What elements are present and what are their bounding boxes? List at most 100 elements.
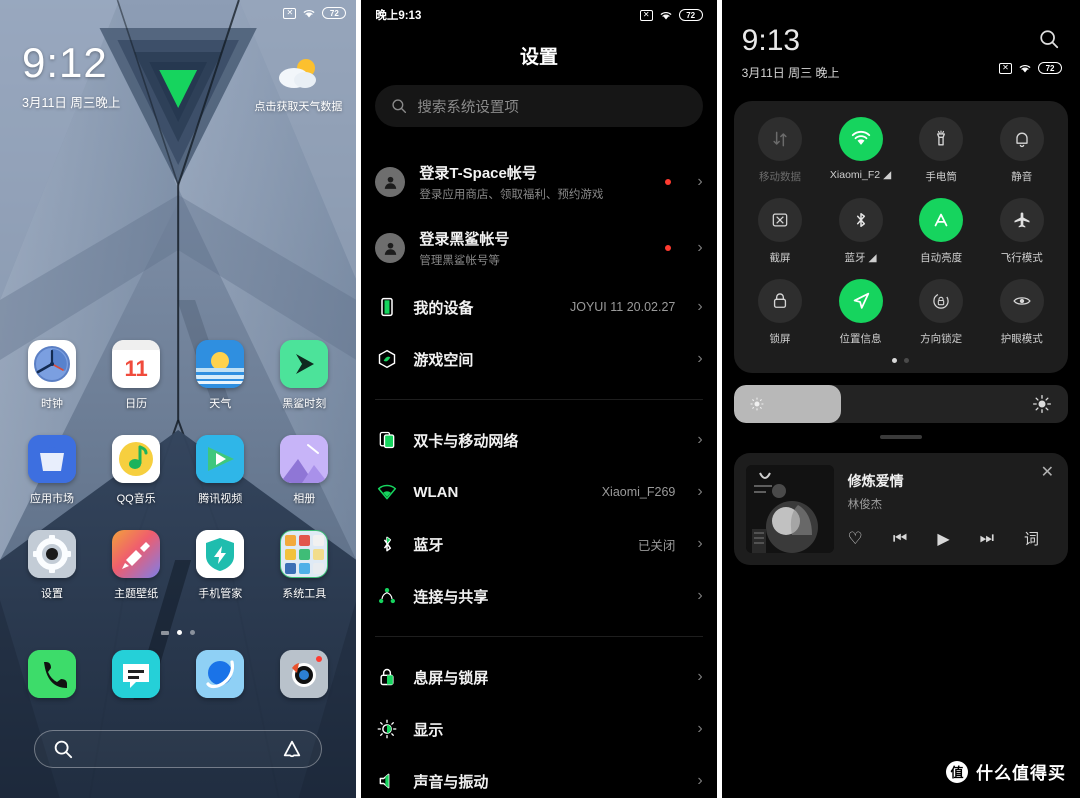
airplane-icon: [999, 198, 1044, 242]
qs-tile-bluetooth[interactable]: 蓝牙 ◢: [820, 198, 901, 265]
qs-tile-label: 蓝牙: [844, 252, 866, 264]
themes-wallpaper-icon: [112, 530, 161, 578]
home-clock-widget[interactable]: 9:12 3月11日 周三晚上: [22, 42, 120, 111]
auto-brightness-icon: [919, 198, 964, 242]
settings-row-my-device[interactable]: 我的设备 JOYUI 11 20.02.27 ›: [361, 281, 716, 333]
browser-icon[interactable]: [196, 650, 245, 698]
settings-row-title: WLAN: [413, 483, 459, 501]
phone-dialer-icon[interactable]: [28, 650, 77, 698]
app-icon-blackshark-moment[interactable]: 黑鲨时刻: [262, 340, 346, 411]
assistant-icon[interactable]: [281, 738, 303, 760]
battery-indicator: 72: [1038, 62, 1063, 74]
settings-row-subtitle: 登录应用商店、领取福利、预约游戏: [419, 189, 604, 201]
app-icon-settings[interactable]: 设置: [10, 530, 94, 601]
qs-tile-screenshot[interactable]: 截屏: [740, 198, 821, 265]
settings-row-connection-sharing[interactable]: 连接与共享 ›: [361, 570, 716, 622]
home-weather-widget[interactable]: 点击获取天气数据: [254, 56, 342, 114]
settings-row-display[interactable]: 显示 ›: [361, 703, 716, 755]
bluetooth-icon: [375, 532, 399, 556]
bluetooth-icon: [838, 198, 883, 242]
blackshark-moment-icon: [280, 340, 329, 388]
search-icon: [391, 98, 407, 114]
app-label: 时钟: [41, 398, 64, 410]
settings-network-group: 双卡与移动网络 › WLAN Xiaomi_F269 › 蓝牙 已关闭 › 连接…: [361, 414, 716, 622]
notification-badge-dot: [665, 245, 672, 251]
clock-app-icon: [28, 340, 77, 388]
play-icon[interactable]: ▶: [937, 529, 949, 549]
app-icon-phone-manager[interactable]: 手机管家: [178, 530, 262, 601]
music-track-title: 修炼爱情: [847, 473, 904, 489]
settings-row-tspace-account[interactable]: 登录T-Space帐号 登录应用商店、领取福利、预约游戏 ›: [361, 149, 716, 215]
lyrics-icon[interactable]: 词: [1024, 528, 1039, 549]
game-space-icon: [375, 347, 399, 371]
screenshot-icon: [757, 198, 802, 242]
qs-tile-location[interactable]: 位置信息: [820, 279, 901, 346]
home-status-bar: ✕ 72: [0, 0, 356, 26]
notification-shade-panel: 9:13 3月11日 周三 晚上 ✕ 72 移动数据 Xiaomi_F2 ◢ 手…: [721, 0, 1080, 798]
settings-row-blackshark-account[interactable]: 登录黑鲨帐号 管理黑鲨帐号等 ›: [361, 215, 716, 281]
close-icon[interactable]: ✕: [1041, 465, 1054, 481]
next-track-icon[interactable]: ⏭: [980, 530, 994, 548]
device-icon: [375, 295, 399, 319]
qs-tile-eye-care[interactable]: 护眼模式: [981, 279, 1062, 346]
app-icon-themes[interactable]: 主题壁纸: [94, 530, 178, 601]
qs-tile-rotation-lock[interactable]: 方向锁定: [901, 279, 982, 346]
quick-settings-card: 移动数据 Xiaomi_F2 ◢ 手电筒 静音 截屏 蓝牙 ◢ 自动亮度 飞行模…: [733, 101, 1069, 373]
qs-tile-mobile-data[interactable]: 移动数据: [740, 117, 821, 184]
settings-device-group: 我的设备 JOYUI 11 20.02.27 › 游戏空间 ›: [361, 281, 716, 385]
settings-row-wlan[interactable]: WLAN Xiaomi_F269 ›: [361, 466, 716, 518]
wifi-icon: [838, 117, 883, 161]
settings-row-dual-sim[interactable]: 双卡与移动网络 ›: [361, 414, 716, 466]
rotation-lock-icon: [919, 279, 964, 323]
x-in-box-icon: ✕: [999, 62, 1013, 74]
settings-row-sound-vibration[interactable]: 声音与振动 ›: [361, 755, 716, 798]
app-label: 腾讯视频: [198, 493, 243, 505]
settings-row-title: 息屏与锁屏: [413, 669, 489, 687]
shade-clock-time: 9:13: [741, 24, 801, 57]
settings-search-box[interactable]: 搜索系统设置项: [375, 85, 703, 127]
settings-row-title: 蓝牙: [413, 536, 444, 554]
wifi-icon: [659, 10, 673, 21]
brightness-slider[interactable]: [733, 385, 1069, 423]
expand-caret-icon: ◢: [868, 251, 877, 264]
settings-display-group: 息屏与锁屏 › 显示 › 声音与振动 ›: [361, 651, 716, 798]
search-icon[interactable]: [1038, 28, 1060, 50]
settings-row-game-space[interactable]: 游戏空间 ›: [361, 333, 716, 385]
favorite-icon[interactable]: ♡: [848, 529, 863, 549]
qs-tile-silent[interactable]: 静音: [981, 117, 1062, 184]
qs-page-dot: [904, 358, 910, 363]
page-dot-list: [161, 630, 170, 635]
gallery-icon: [280, 435, 329, 483]
qs-tile-auto-brightness[interactable]: 自动亮度: [901, 198, 982, 265]
app-icon-calendar[interactable]: 11 日历: [94, 340, 178, 411]
qs-tile-airplane-mode[interactable]: 飞行模式: [981, 198, 1062, 265]
camera-icon[interactable]: [280, 650, 329, 698]
home-search-bar[interactable]: [34, 730, 323, 768]
app-icon-weather[interactable]: 天气: [178, 340, 262, 411]
settings-status-bar: 晚上9:13 ✕ 72: [361, 0, 716, 30]
previous-track-icon[interactable]: ⏮: [893, 530, 907, 548]
home-app-grid: 时钟 11 日历 天气 黑鲨时刻 应用市场 QQ音乐 腾讯视频 相册 设置 主题…: [0, 340, 356, 601]
qs-tile-lock-screen[interactable]: 锁屏: [740, 279, 821, 346]
qs-tile-wifi[interactable]: Xiaomi_F2 ◢: [820, 117, 901, 184]
app-icon-tencent-video[interactable]: 腾讯视频: [178, 435, 262, 506]
app-label: 系统工具: [282, 588, 327, 600]
settings-row-lock-screen[interactable]: 息屏与锁屏 ›: [361, 651, 716, 703]
app-label: 主题壁纸: [114, 588, 159, 600]
sound-vibration-icon: [375, 769, 399, 793]
quick-settings-grid: 移动数据 Xiaomi_F2 ◢ 手电筒 静音 截屏 蓝牙 ◢ 自动亮度 飞行模…: [740, 117, 1062, 346]
qs-tile-flashlight[interactable]: 手电筒: [901, 117, 982, 184]
app-icon-system-tools-folder[interactable]: 系统工具: [262, 530, 346, 601]
settings-row-bluetooth[interactable]: 蓝牙 已关闭 ›: [361, 518, 716, 570]
app-icon-clock[interactable]: 时钟: [10, 340, 94, 411]
app-icon-qq-music[interactable]: QQ音乐: [94, 435, 178, 506]
chevron-right-icon: ›: [697, 668, 703, 685]
qs-tile-label: 手电筒: [925, 171, 957, 183]
settings-row-title: 游戏空间: [413, 351, 474, 369]
app-icon-app-store[interactable]: 应用市场: [10, 435, 94, 506]
app-icon-gallery[interactable]: 相册: [262, 435, 346, 506]
shade-drag-handle[interactable]: [879, 435, 922, 439]
app-label: 相册: [293, 493, 316, 505]
messages-icon[interactable]: [112, 650, 161, 698]
screenshot-stage: ✕ 72 9:12 3月11日 周三晚上 点击获取天气数据 时钟 11 日历 天…: [0, 0, 1080, 798]
